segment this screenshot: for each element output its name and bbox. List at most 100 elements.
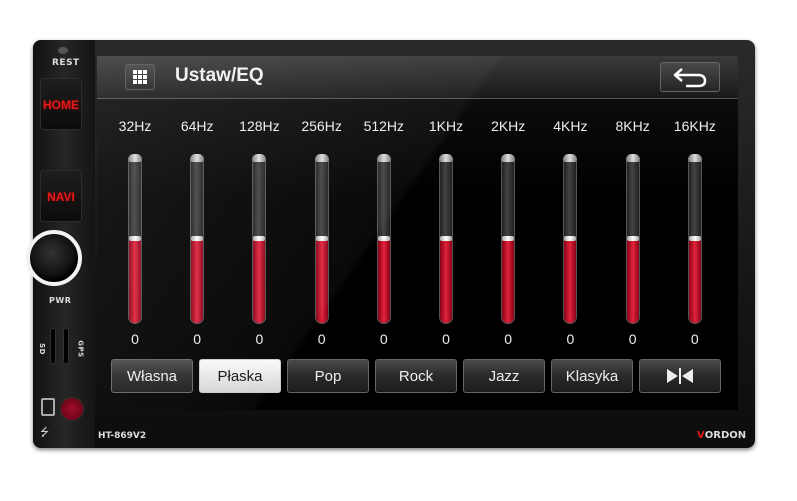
eq-slider[interactable]: [314, 154, 329, 324]
eq-slider-handle[interactable]: [564, 236, 577, 241]
eq-band-frequency-label: 8KHz: [615, 118, 650, 134]
preset-jazz-button[interactable]: Jazz: [463, 359, 545, 393]
eq-slider-cap: [128, 154, 142, 162]
balance-fader-button[interactable]: [639, 359, 721, 393]
navi-button-label: NAVI: [47, 190, 75, 204]
eq-band-value: 0: [504, 331, 513, 347]
preset-wlasna-button[interactable]: Własna: [111, 359, 193, 393]
eq-slider-handle[interactable]: [626, 236, 639, 241]
preset-label: Płaska: [217, 367, 263, 385]
eq-slider[interactable]: [687, 154, 702, 324]
preset-klasyka-button[interactable]: Klasyka: [551, 359, 633, 393]
eq-slider-fill: [502, 236, 515, 323]
eq-band-value: 0: [566, 331, 575, 347]
eq-band-value: 0: [193, 331, 202, 347]
eq-band-frequency-label: 128Hz: [239, 118, 280, 134]
page-title: Ustaw/EQ: [175, 65, 264, 86]
eq-band-frequency-label: 2KHz: [491, 118, 526, 134]
model-number: HT-869V2: [98, 431, 147, 441]
preset-rock-button[interactable]: Rock: [375, 359, 457, 393]
eq-slider-cap: [563, 154, 578, 162]
eq-slider-handle[interactable]: [688, 236, 701, 241]
preset-label: Jazz: [488, 367, 520, 385]
eq-band-frequency-label: 32Hz: [118, 118, 152, 134]
ir-sensor: [61, 398, 83, 420]
home-button-label: HOME: [43, 98, 79, 112]
eq-slider-fill: [315, 236, 328, 323]
eq-slider-handle[interactable]: [315, 236, 328, 241]
eq-band-frequency-label: 512Hz: [363, 118, 405, 134]
eq-band-value: 0: [131, 331, 139, 347]
eq-slider-cap: [376, 154, 391, 162]
sd-label: SD: [37, 343, 46, 355]
pwr-label: PWR: [49, 296, 72, 305]
eq-slider[interactable]: [376, 154, 391, 324]
display-screen: Ustaw/EQ 32Hz 0 64Hz 0 128Hz 0 256Hz 0 512Hz 0 1KH…: [97, 56, 738, 410]
eq-slider-cap: [252, 154, 267, 162]
eq-slider-handle[interactable]: [129, 236, 141, 241]
eq-slider-fill: [191, 236, 204, 323]
gps-label: GPS: [76, 340, 85, 358]
eq-slider[interactable]: [439, 154, 453, 324]
grid-menu-icon: [133, 70, 147, 84]
eq-band-value: 0: [317, 331, 326, 347]
back-arrow-icon: [673, 68, 707, 88]
back-button[interactable]: [660, 62, 720, 92]
preset-label: Klasyka: [565, 367, 619, 385]
usb-port-icon[interactable]: [41, 398, 55, 416]
home-button[interactable]: HOME: [40, 78, 82, 130]
eq-band-value: 0: [690, 331, 699, 347]
eq-slider-cap: [439, 154, 453, 162]
eq-slider-fill: [129, 236, 141, 323]
eq-slider-fill: [440, 236, 452, 323]
eq-slider-cap: [501, 154, 516, 162]
eq-band-frequency-label: 1KHz: [428, 118, 464, 134]
eq-band-frequency-label: 16KHz: [673, 118, 716, 134]
brand-logo: VORDON: [697, 430, 746, 441]
eq-slider-fill: [626, 236, 639, 323]
preset-bar: Własna Płaska Pop Rock Jazz Klasyka: [111, 359, 723, 395]
usb-symbol-icon: ⭍: [40, 426, 50, 439]
menu-button[interactable]: [125, 64, 155, 90]
reset-hole[interactable]: [58, 47, 68, 54]
eq-slider-cap: [625, 154, 640, 162]
eq-slider-fill: [377, 236, 390, 323]
eq-band-frequency-label: 4KHz: [553, 118, 588, 134]
reset-label: REST: [52, 58, 80, 68]
eq-slider-handle[interactable]: [377, 236, 390, 241]
eq-band-value: 0: [442, 331, 450, 347]
brand-logo-rest: ORDON: [704, 430, 747, 441]
brand-logo-initial: V: [697, 430, 705, 441]
eq-slider-handle[interactable]: [191, 236, 204, 241]
eq-band-frequency-label: 64Hz: [180, 118, 214, 134]
speaker-balance-icon: [667, 368, 693, 384]
preset-label: Własna: [126, 367, 178, 385]
eq-band-value: 0: [379, 331, 388, 347]
eq-slider[interactable]: [128, 154, 142, 324]
eq-slider-handle[interactable]: [253, 236, 266, 241]
eq-slider-fill: [564, 236, 577, 323]
eq-band-value: 0: [628, 331, 637, 347]
eq-slider-cap: [190, 154, 205, 162]
eq-slider[interactable]: [252, 154, 267, 324]
eq-slider[interactable]: [501, 154, 516, 324]
eq-slider-cap: [687, 154, 702, 162]
eq-slider[interactable]: [625, 154, 640, 324]
eq-slider[interactable]: [190, 154, 205, 324]
eq-band-frequency-label: 256Hz: [301, 118, 342, 134]
eq-slider-handle[interactable]: [502, 236, 515, 241]
sd-card-slot[interactable]: [50, 328, 56, 364]
gps-card-slot[interactable]: [63, 328, 69, 364]
eq-slider-fill: [688, 236, 701, 323]
preset-label: Rock: [398, 367, 434, 385]
navi-button[interactable]: NAVI: [40, 170, 82, 222]
eq-slider-fill: [253, 236, 266, 323]
eq-slider-handle[interactable]: [440, 236, 452, 241]
power-volume-knob[interactable]: [26, 230, 82, 286]
eq-slider-cap: [314, 154, 329, 162]
preset-label: Pop: [314, 367, 342, 385]
preset-pop-button[interactable]: Pop: [287, 359, 369, 393]
preset-plaska-button[interactable]: Płaska: [199, 359, 281, 393]
eq-slider[interactable]: [563, 154, 578, 324]
eq-band-value: 0: [255, 331, 264, 347]
